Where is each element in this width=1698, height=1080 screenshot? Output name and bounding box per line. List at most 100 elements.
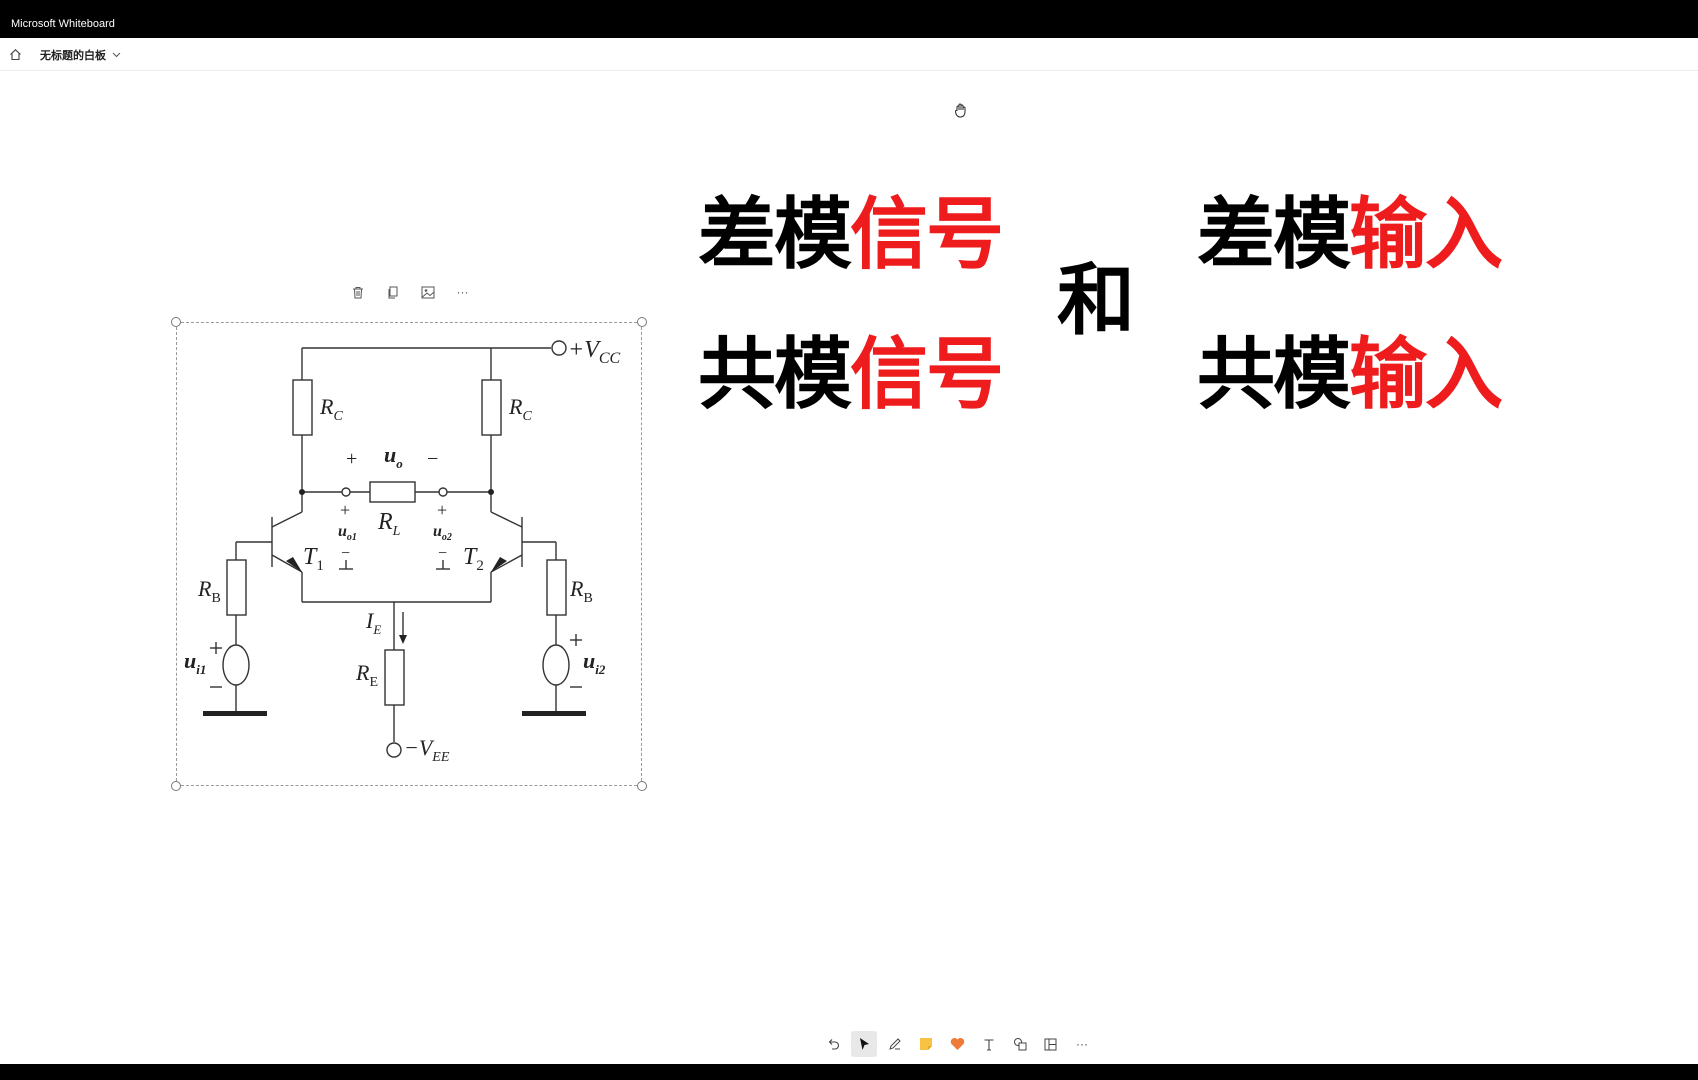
svg-text:RC: RC	[508, 394, 532, 424]
label-ie-sub: E	[372, 622, 381, 637]
copy-button[interactable]	[381, 280, 405, 304]
more-options-button[interactable]: ···	[451, 280, 475, 304]
label-t2-sub: 2	[476, 558, 484, 574]
home-icon	[9, 48, 21, 60]
select-tool-button[interactable]	[851, 1031, 878, 1057]
delete-button[interactable]	[346, 280, 370, 304]
label-uo: u	[384, 442, 396, 467]
label-rb-right: R	[569, 576, 584, 601]
svg-text:RC: RC	[319, 394, 343, 424]
svg-text:uo2: uo2	[433, 523, 452, 543]
board-name: 无标题的白板	[40, 50, 106, 62]
label-rc-left-sub: C	[333, 409, 343, 424]
pen-icon	[889, 1038, 901, 1050]
label-uo1-sub: o1	[347, 532, 357, 543]
label-rc-left: R	[319, 394, 334, 419]
heading-differential-signal: 差模信号	[698, 196, 1004, 274]
label-ui1: u	[184, 648, 196, 673]
label-uo2-minus: −	[438, 545, 447, 562]
label-uo2: u	[433, 523, 442, 540]
label-uo2-plus: +	[437, 500, 447, 520]
window-title: Microsoft Whiteboard	[11, 18, 115, 30]
board-name-dropdown[interactable]: 无标题的白板	[40, 47, 121, 63]
label-vee: −V	[404, 735, 435, 760]
label-rc-right-sub: C	[522, 409, 532, 424]
text-red: 输入	[1349, 330, 1503, 420]
text-black: 共模	[1197, 330, 1351, 420]
text-icon	[984, 1038, 994, 1051]
svg-text:+VCC: +VCC	[568, 337, 621, 367]
home-button[interactable]	[6, 45, 24, 63]
copy-icon	[388, 286, 397, 298]
pointer-icon	[860, 1038, 870, 1050]
text-red: 输入	[1349, 190, 1503, 280]
shapes-tool-button[interactable]	[1007, 1031, 1033, 1057]
text-tool-button[interactable]	[976, 1031, 1002, 1057]
more-icon: ···	[1076, 1037, 1088, 1051]
svg-text:ui1: ui1	[184, 648, 206, 677]
image-icon	[421, 286, 434, 298]
selection-context-toolbar: ···	[340, 276, 480, 308]
text-red: 信号	[850, 330, 1004, 420]
sticky-note-icon	[920, 1038, 933, 1050]
label-vcc: +V	[568, 337, 601, 363]
label-uo1-plus: +	[340, 500, 350, 520]
svg-text:RB: RB	[197, 576, 221, 606]
label-rc-right: R	[508, 394, 523, 419]
label-uo-minus: −	[427, 448, 438, 470]
label-uo1-minus: −	[341, 545, 350, 562]
label-rb-left: R	[197, 576, 212, 601]
image-options-button[interactable]	[416, 280, 440, 304]
hand-cursor-icon	[955, 103, 966, 118]
shapes-icon	[1013, 1038, 1027, 1051]
more-tools-button[interactable]: ···	[1069, 1031, 1095, 1057]
label-re: R	[355, 660, 370, 685]
label-ui1-sub: i1	[196, 662, 206, 677]
svg-text:T1: T1	[303, 544, 324, 574]
undo-button[interactable]	[820, 1031, 846, 1057]
chevron-down-icon	[112, 52, 121, 58]
more-icon: ···	[456, 285, 469, 299]
label-uo2-sub: o2	[442, 532, 452, 543]
label-uo-plus: +	[346, 448, 357, 470]
label-uo-sub: o	[396, 456, 403, 471]
bottom-toolbar: ···	[820, 1030, 1095, 1058]
label-uo1: u	[338, 523, 347, 540]
templates-button[interactable]	[1038, 1031, 1064, 1057]
label-rb-left-sub: B	[211, 591, 220, 606]
heading-and: 和	[1057, 256, 1136, 346]
label-t1-sub: 1	[316, 558, 324, 574]
svg-text:RE: RE	[355, 660, 378, 690]
svg-text:uo1: uo1	[338, 523, 357, 543]
label-rl-sub: L	[392, 524, 401, 539]
sticky-note-button[interactable]	[913, 1031, 939, 1057]
label-vcc-sub: CC	[599, 350, 621, 367]
label-vee-sub: EE	[431, 750, 450, 765]
svg-text:RB: RB	[569, 576, 593, 606]
undo-icon	[828, 1039, 839, 1050]
text-black: 共模	[698, 330, 852, 420]
svg-text:−VEE: −VEE	[404, 735, 450, 765]
label-re-sub: E	[369, 675, 378, 690]
trash-icon	[352, 286, 363, 298]
text-black: 差模	[698, 190, 852, 280]
text-black: 差模	[1197, 190, 1351, 280]
window-title-bar: Microsoft Whiteboard	[0, 0, 1698, 38]
svg-text:uo: uo	[384, 442, 403, 471]
pen-tool-button[interactable]	[882, 1031, 908, 1057]
label-ui2: u	[583, 648, 595, 673]
svg-text:ui2: ui2	[583, 648, 606, 677]
label-ui2-sub: i2	[595, 662, 606, 677]
heart-icon	[950, 1038, 965, 1050]
differential-amplifier-circuit: +VCC RC RC + uo − RL + uo1 − + uo2 − T1 …	[184, 337, 621, 765]
bottom-bar	[0, 1064, 1698, 1080]
label-rb-right-sub: B	[583, 591, 592, 606]
app-bar: 无标题的白板	[0, 38, 1698, 71]
heading-differential-input: 差模输入	[1197, 196, 1503, 274]
text-red: 信号	[850, 190, 1004, 280]
svg-text:IE: IE	[365, 608, 381, 637]
svg-text:T2: T2	[463, 544, 484, 574]
heading-common-input: 共模输入	[1197, 336, 1503, 414]
reactions-button[interactable]	[945, 1031, 971, 1057]
svg-text:RL: RL	[377, 509, 401, 539]
